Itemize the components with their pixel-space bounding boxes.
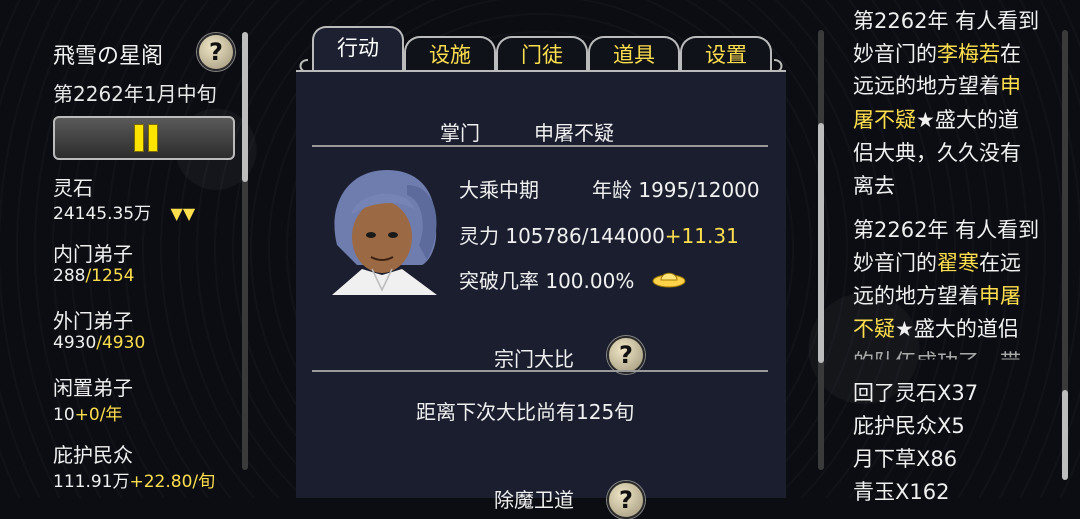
log-line: 第2262年 有人看到 [853, 214, 1039, 244]
log-line: 离去 [853, 170, 895, 200]
log-text: ★盛大的道侣 [895, 317, 1019, 341]
log-line: 回了灵石X37 [853, 377, 978, 407]
log-text: 在 [1000, 42, 1021, 66]
stat-label-spirit-stones: 灵石 [53, 176, 93, 200]
log-name: 申 [1000, 74, 1021, 98]
log-text: 远的地方望着 [853, 284, 979, 308]
stat-label-protected-people: 庇护民众 [53, 443, 133, 467]
tab-facilities[interactable]: 设施 [404, 36, 496, 72]
log-line: 妙音门的李梅若在 [853, 38, 1021, 68]
log-text: 侣大典，久久没有 [853, 141, 1021, 165]
sect-name: 飛雪の星阁 [53, 44, 164, 69]
stat-value-idle-disciples: 10+0/年 [53, 405, 123, 425]
demon-slaying-help-icon[interactable]: ? [607, 481, 645, 519]
pause-icon [134, 124, 144, 152]
leader-title: 掌门 [440, 121, 480, 145]
stat-label-inner-disciples: 内门弟子 [53, 242, 133, 266]
sidebar-scrollbar[interactable] [242, 32, 248, 470]
stat-label-idle-disciples: 闲置弟子 [53, 376, 133, 400]
log-line: 远远的地方望着申 [853, 70, 1021, 100]
stat-value-outer-disciples: 4930/4930 [53, 333, 146, 353]
log-name: 李梅若 [937, 42, 1000, 66]
log-line: 第2262年 有人看到 [853, 5, 1039, 35]
breakthrough-icon[interactable] [651, 268, 687, 290]
log-line: 侣大典，久久没有 [853, 137, 1021, 167]
stat-value-protected-people: 111.91万+22.80/旬 [53, 472, 216, 492]
tab-disciples[interactable]: 门徒 [496, 36, 588, 72]
leader-breakthrough: 突破几率 100.00% [459, 269, 635, 293]
log-text: 在远 [979, 251, 1021, 275]
log-line: 不疑★盛大的道侣 [853, 313, 1019, 343]
divider [312, 370, 768, 372]
log-line: 庇护民众X5 [853, 410, 965, 440]
game-date: 第2262年1月中旬 [53, 82, 217, 106]
log-line: 远的地方望着申屠 [853, 280, 1021, 310]
divider [312, 145, 768, 147]
log-line: 青玉X162 [853, 476, 949, 506]
log-text: 青玉X162 [853, 480, 950, 504]
demon-slaying-title: 除魔卫道 [494, 488, 574, 512]
log-name: 申屠 [979, 284, 1021, 308]
log-text: ★盛大的道 [916, 108, 1019, 132]
log-name: 屠不疑 [853, 108, 916, 132]
leader-age: 年龄 1995/12000 [592, 178, 760, 202]
log-text: 远远的地方望着 [853, 74, 1000, 98]
log-text: 月下草X86 [853, 447, 958, 471]
stat-value-spirit-stones: 24145.35万 ▼▼ [53, 204, 196, 224]
log-text: 回了灵石X37 [853, 381, 979, 405]
tournament-help-icon[interactable]: ? [607, 336, 645, 374]
pause-button[interactable] [53, 116, 235, 160]
log-text: 妙音门的 [853, 42, 937, 66]
panel-scrollbar[interactable] [818, 30, 824, 470]
tab-items[interactable]: 道具 [588, 36, 680, 72]
log-text: 庇护民众X5 [853, 414, 965, 438]
pause-icon [148, 124, 158, 152]
sidebar: 飛雪の星阁 ? 第2262年1月中旬 灵石 24145.35万 ▼▼ 内门弟子 … [0, 0, 260, 498]
tournament-title: 宗门大比 [494, 347, 574, 371]
tournament-countdown: 距离下次大比尚有125旬 [416, 400, 635, 424]
log-line: 屠不疑★盛大的道 [853, 104, 1019, 134]
help-icon[interactable]: ? [197, 33, 235, 71]
log-text: 第2262年 有人看到 [853, 218, 1040, 242]
leader-name: 申屠不疑 [534, 121, 614, 145]
log-name: 翟寒 [937, 251, 979, 275]
log-line: 月下草X86 [853, 443, 957, 473]
leader-portrait[interactable] [327, 165, 445, 295]
log-name: 不疑 [853, 317, 895, 341]
decrease-arrows-icon: ▼▼ [170, 204, 196, 223]
stat-value-inner-disciples: 288/1254 [53, 266, 135, 286]
log-text: 离去 [853, 174, 895, 198]
leader-realm: 大乘中期 [459, 178, 539, 202]
tab-settings[interactable]: 设置 [680, 36, 772, 72]
log-scrollbar[interactable] [1062, 30, 1068, 480]
tab-action[interactable]: 行动 [312, 26, 404, 72]
stat-label-outer-disciples: 外门弟子 [53, 309, 133, 333]
leader-spirit-power: 灵力 105786/144000+11.31 [459, 224, 739, 248]
log-text: 妙音门的 [853, 251, 937, 275]
log-text: 第2262年 有人看到 [853, 9, 1040, 33]
log-line: 妙音门的翟寒在远 [853, 247, 1021, 277]
